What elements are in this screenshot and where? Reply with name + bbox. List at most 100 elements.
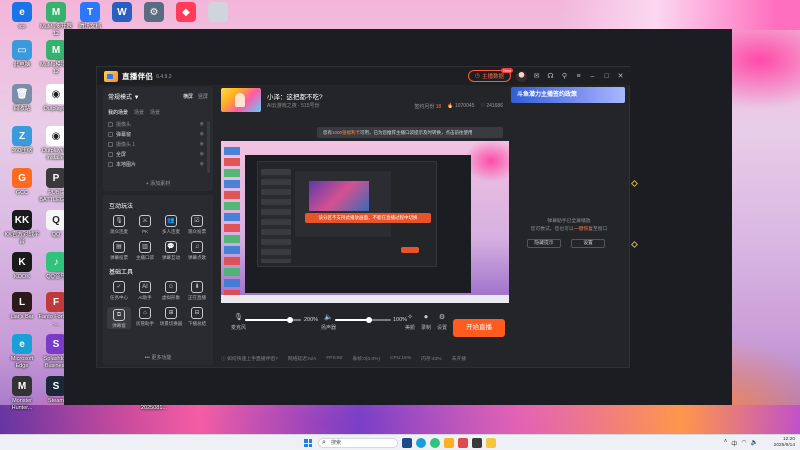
tool-button[interactable]: ▥ 主播口袋	[133, 241, 157, 261]
windows-start-icon[interactable]	[304, 439, 312, 447]
volume-icon[interactable]: 🔈	[751, 439, 758, 448]
desktop-icon[interactable]	[200, 2, 236, 24]
shirt-icon[interactable]: ⚲	[560, 72, 569, 81]
tool-button[interactable]: 🎙 观众连麦	[107, 215, 131, 235]
record-icon: ⏺	[424, 314, 428, 321]
promo-banner[interactable]: 斗鱼潜力主播签约政策	[511, 87, 625, 103]
speaker-control[interactable]: 🔈 扬声器	[321, 313, 336, 331]
language-indicator[interactable]: 中	[731, 439, 737, 448]
desktop-icon[interactable]: e Microsoft Edge	[4, 334, 40, 369]
desktop-icon[interactable]: M Monster Hunter...	[4, 376, 40, 411]
hide-tip-button[interactable]: 隐藏提示	[527, 239, 561, 248]
source-item[interactable]: 全屏 ◉	[108, 149, 204, 159]
desktop-icon[interactable]: ▭ 此电脑	[4, 40, 40, 69]
stream-preview[interactable]: 该分区不支持此播放画面，不能在直播过程中切换	[221, 141, 509, 303]
room-cover-thumbnail[interactable]	[221, 88, 261, 112]
tool-button[interactable]: AI AI助手	[133, 281, 157, 301]
landscape-tab[interactable]: 横屏	[183, 93, 193, 100]
desktop-icon[interactable]: e ico	[4, 2, 40, 31]
tool-button[interactable]: ☑ 观众投票	[185, 215, 209, 235]
scrollbar[interactable]	[207, 121, 210, 173]
room-title[interactable]: 小泽：这把都不吃?	[267, 91, 323, 101]
source-item[interactable]: 弹幕窗 ◉	[108, 129, 204, 139]
task-view-icon[interactable]	[402, 438, 412, 448]
eye-icon[interactable]: ◉	[200, 141, 204, 147]
menu-icon[interactable]: ≡	[574, 72, 583, 81]
portrait-tab[interactable]: 竖屏	[198, 93, 208, 100]
microphone-control[interactable]: 🎙 麦克风	[231, 313, 246, 331]
source-item[interactable]: 摄像头 ◉	[108, 119, 204, 129]
beauty-button[interactable]: ✧ 美颜	[405, 313, 415, 331]
file-explorer-icon[interactable]	[444, 438, 454, 448]
mail-icon[interactable]: ✉	[532, 72, 541, 81]
maximize-icon[interactable]: □	[602, 72, 611, 81]
slider-knob[interactable]	[365, 317, 372, 323]
headset-icon[interactable]: ☊	[546, 72, 555, 81]
steam-taskbar-icon[interactable]	[472, 438, 482, 448]
tool-button[interactable]: ▤ 弹幕投票	[107, 241, 131, 261]
wifi-icon[interactable]: ◠	[741, 439, 746, 448]
speaker-volume-slider[interactable]	[335, 317, 391, 323]
tool-button[interactable]: 👥 多人连麦	[159, 215, 183, 235]
restore-link[interactable]: 一键恢复	[574, 227, 593, 232]
source-checkbox[interactable]	[108, 121, 113, 127]
chevron-up-icon[interactable]: ˄	[724, 439, 728, 448]
tool-button[interactable]: ☺ 虚拟形象	[159, 281, 183, 301]
more-functions-button[interactable]: ••• 更多功能	[103, 354, 213, 361]
clock[interactable]: 12:20 2025/9/14	[774, 437, 795, 449]
tool-button[interactable]: ⬇ 正在直播	[185, 281, 209, 301]
wechat-icon[interactable]	[430, 438, 440, 448]
tool-button[interactable]: 💬 弹幕互动	[159, 241, 183, 261]
tab-scene[interactable]: 场景	[150, 109, 160, 116]
source-checkbox[interactable]	[108, 131, 113, 137]
edge-icon[interactable]	[416, 438, 426, 448]
tool-button[interactable]: ⊟ 下播总结	[185, 307, 209, 329]
source-checkbox[interactable]	[108, 161, 113, 167]
tool-button[interactable]: ⚔ PK	[133, 215, 157, 235]
notice-banner[interactable]: 您有1000张福利卡可用，已为您推荐主播口袋提示及时转换，点击前往使用	[317, 127, 503, 138]
desktop-icon[interactable]: Z 360压缩	[4, 126, 40, 155]
source-checkbox[interactable]	[108, 141, 113, 147]
help-link[interactable]: ⓘ 如何快速上手直播伴侣?	[221, 355, 278, 362]
eye-icon[interactable]: ◉	[200, 121, 204, 127]
desktop-icon[interactable]: L Liar's Bar	[4, 292, 40, 321]
desktop-icon[interactable]: K KOOK	[4, 252, 40, 281]
room-category[interactable]: AI云游戏之夜 · 515号份	[267, 102, 320, 109]
desktop-icon[interactable]: ◆	[168, 2, 204, 24]
app-icon[interactable]	[458, 438, 468, 448]
tool-button[interactable]: ✓ 任务中心	[107, 281, 131, 301]
live-companion-taskbar-icon[interactable]	[486, 438, 496, 448]
source-checkbox[interactable]	[108, 151, 113, 157]
avatar[interactable]	[516, 70, 527, 82]
tool-button[interactable]: ♫ 弹幕点歌	[185, 241, 209, 261]
eye-icon[interactable]: ◉	[200, 131, 204, 137]
eye-icon[interactable]: ◉	[200, 161, 204, 167]
tool-button[interactable]: ⊞ 场景切换器	[159, 307, 183, 329]
minimize-icon[interactable]: –	[588, 72, 597, 81]
tab-my-scene[interactable]: 我的场景	[108, 109, 128, 116]
add-source-button[interactable]: + 添加素材	[103, 180, 213, 187]
close-icon[interactable]: ✕	[616, 72, 625, 81]
chat-settings-button[interactable]: 设置	[571, 239, 605, 248]
desktop-icon[interactable]: T 腾讯文档	[72, 2, 108, 31]
desktop-icon[interactable]: KK KK官方对战平台	[4, 210, 40, 245]
tab-scene[interactable]: 场景	[134, 109, 144, 116]
tool-button[interactable]: ⧉ 弹幕窗	[107, 307, 131, 329]
slider-knob[interactable]	[286, 317, 293, 323]
desktop-icon[interactable]: G GCC	[4, 168, 40, 197]
desktop-icon[interactable]: ⚙	[136, 2, 172, 24]
source-item[interactable]: 摄像头 1 ◉	[108, 139, 204, 149]
desktop-icon[interactable]: 🗑 回收站	[4, 84, 40, 113]
record-button[interactable]: ⏺ 录制	[421, 313, 431, 331]
eye-icon[interactable]: ◉	[200, 151, 204, 157]
tool-button[interactable]: ⌂ 房管助手	[133, 307, 157, 329]
taskbar-search-input[interactable]: 搜索	[318, 438, 398, 448]
anchor-data-button[interactable]: ◷ 主播数据 New	[468, 68, 514, 82]
tool-label: 正在直播	[188, 295, 206, 300]
start-live-button[interactable]: 开始直播	[453, 319, 505, 337]
microphone-volume-slider[interactable]	[245, 317, 301, 323]
desktop-icon[interactable]: W	[104, 2, 140, 24]
source-item[interactable]: 本地图片 ◉	[108, 159, 204, 169]
settings-button[interactable]: ⚙ 设置	[437, 313, 447, 331]
mode-selector[interactable]: 常规模式 ▼	[108, 92, 140, 101]
